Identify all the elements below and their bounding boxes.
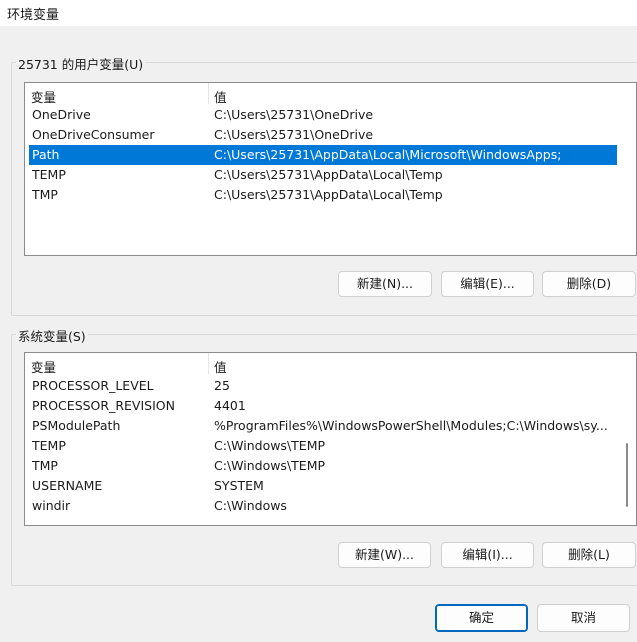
var-value: C:\Windows bbox=[214, 498, 287, 513]
var-value: C:\Windows\TEMP bbox=[214, 438, 326, 453]
user-edit-button[interactable]: 编辑(E)... bbox=[441, 271, 534, 297]
var-name: TEMP bbox=[32, 167, 66, 182]
var-name: OneDrive bbox=[32, 107, 91, 122]
var-name: PROCESSOR_REVISION bbox=[32, 398, 175, 413]
column-header-value[interactable]: 值 bbox=[214, 357, 227, 376]
user-new-button[interactable]: 新建(N)... bbox=[338, 271, 432, 297]
list-item-selected[interactable]: Path C:\Users\25731\AppData\Local\Micros… bbox=[29, 145, 617, 165]
column-divider[interactable] bbox=[208, 353, 209, 374]
list-item[interactable]: TMP C:\Windows\TEMP bbox=[29, 456, 617, 476]
system-edit-button[interactable]: 编辑(I)... bbox=[441, 542, 534, 568]
column-header-variable[interactable]: 变量 bbox=[31, 357, 56, 376]
list-item[interactable]: TEMP C:\Users\25731\AppData\Local\Temp bbox=[29, 165, 617, 185]
list-item[interactable]: OneDriveConsumer C:\Users\25731\OneDrive bbox=[29, 125, 617, 145]
user-vars-group-label: 25731 的用户变量(U) bbox=[16, 54, 146, 73]
column-divider[interactable] bbox=[208, 83, 209, 104]
var-value: SYSTEM bbox=[214, 478, 264, 493]
var-name: USERNAME bbox=[32, 478, 103, 493]
column-header-value[interactable]: 值 bbox=[214, 87, 227, 106]
var-name: TMP bbox=[32, 187, 58, 202]
list-item[interactable]: PSModulePath %ProgramFiles%\WindowsPower… bbox=[29, 416, 617, 436]
system-vars-list[interactable]: 变量 值 PROCESSOR_LEVEL 25 PROCESSOR_REVISI… bbox=[24, 352, 637, 526]
var-value: C:\Users\25731\OneDrive bbox=[214, 127, 374, 142]
user-delete-button[interactable]: 删除(D) bbox=[542, 271, 636, 297]
var-value: C:\Users\25731\AppData\Local\Temp bbox=[214, 167, 443, 182]
title-bar: 环境变量 bbox=[0, 0, 637, 26]
var-name: windir bbox=[32, 498, 71, 513]
user-vars-header: 变量 值 bbox=[25, 83, 636, 106]
list-item[interactable]: TEMP C:\Windows\TEMP bbox=[29, 436, 617, 456]
var-name: PROCESSOR_LEVEL bbox=[32, 378, 154, 393]
var-name: TMP bbox=[32, 458, 58, 473]
system-delete-button[interactable]: 删除(L) bbox=[542, 542, 636, 568]
ok-button[interactable]: 确定 bbox=[435, 604, 528, 632]
window-title: 环境变量 bbox=[7, 8, 60, 23]
var-value: 25 bbox=[214, 378, 230, 393]
list-item[interactable]: USERNAME SYSTEM bbox=[29, 476, 617, 496]
var-value: 4401 bbox=[214, 398, 246, 413]
list-item[interactable]: PROCESSOR_LEVEL 25 bbox=[29, 376, 617, 396]
user-vars-list[interactable]: 变量 值 OneDrive C:\Users\25731\OneDrive On… bbox=[24, 82, 637, 256]
var-value: C:\Users\25731\AppData\Local\Temp bbox=[214, 187, 443, 202]
cancel-button[interactable]: 取消 bbox=[537, 604, 630, 632]
var-name: TEMP bbox=[32, 438, 66, 453]
list-item[interactable]: TMP C:\Users\25731\AppData\Local\Temp bbox=[29, 185, 617, 205]
var-name: PSModulePath bbox=[32, 418, 121, 433]
column-header-variable[interactable]: 变量 bbox=[31, 87, 56, 106]
var-value: C:\Users\25731\AppData\Local\Microsoft\W… bbox=[214, 147, 562, 162]
system-new-button[interactable]: 新建(W)... bbox=[338, 542, 431, 568]
var-value: C:\Users\25731\OneDrive bbox=[214, 107, 374, 122]
system-vars-group-label: 系统变量(S) bbox=[16, 326, 88, 345]
list-item[interactable]: PROCESSOR_REVISION 4401 bbox=[29, 396, 617, 416]
var-name: OneDriveConsumer bbox=[32, 127, 155, 142]
list-item[interactable]: OneDrive C:\Users\25731\OneDrive bbox=[29, 105, 617, 125]
var-value: %ProgramFiles%\WindowsPowerShell\Modules… bbox=[214, 418, 608, 433]
list-item[interactable]: windir C:\Windows bbox=[29, 496, 617, 516]
system-vars-header: 变量 值 bbox=[25, 353, 636, 376]
var-value: C:\Windows\TEMP bbox=[214, 458, 326, 473]
var-name: Path bbox=[32, 147, 60, 162]
scrollbar-thumb[interactable] bbox=[626, 443, 628, 507]
